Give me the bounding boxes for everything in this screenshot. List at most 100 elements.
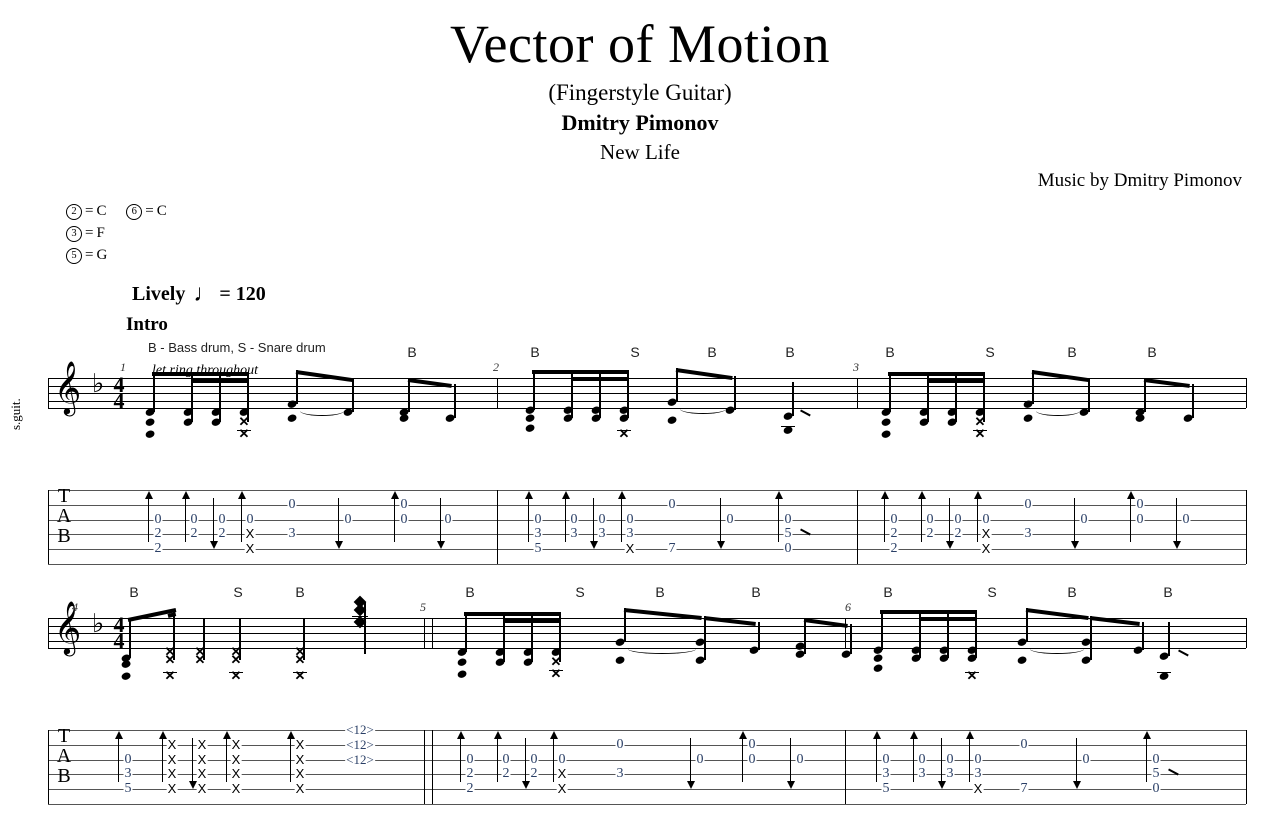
drum-marker: B: [1147, 344, 1157, 360]
strum-stroke-line: [440, 498, 442, 542]
ledger-line: [549, 670, 563, 672]
tab-fret-number: 2: [153, 541, 163, 557]
notehead: [120, 671, 132, 682]
tab-fret-number: X: [556, 766, 568, 782]
strum-stroke-line: [118, 738, 120, 782]
barline: [857, 490, 859, 564]
beam: [1143, 378, 1191, 389]
tuning-pair: 6 = C: [126, 200, 167, 222]
sheet-music-page: Vector of Motion (Fingerstyle Guitar) Dm…: [0, 0, 1280, 840]
tab-letter: T: [57, 485, 71, 507]
strum-arrowhead-down: [521, 781, 530, 789]
strum-arrowhead-up: [114, 731, 123, 739]
ledger-line: [965, 672, 979, 674]
note-stem: [129, 618, 131, 659]
tie-slur: [680, 404, 726, 415]
measure-number: 3: [853, 360, 859, 374]
strum-arrowhead-down: [937, 781, 946, 789]
tab-fret-number: X: [972, 781, 984, 797]
page-title: Vector of Motion: [450, 14, 830, 74]
tab-fret-number: 0: [783, 541, 793, 557]
measure-number: 1: [120, 360, 126, 374]
ledger-line: [352, 616, 368, 618]
tab-fret-number: 3: [881, 766, 891, 782]
strum-stroke-line: [593, 498, 595, 542]
tab-fret-number: 0: [465, 751, 475, 767]
tempo-equals: =: [219, 283, 231, 305]
tab-fret-number: 2: [153, 526, 163, 542]
tuning-pair: 3 = F: [66, 222, 105, 244]
strum-arrowhead-up: [456, 731, 465, 739]
strum-stroke-line: [528, 498, 530, 542]
strum-stroke-line: [969, 738, 971, 782]
note-stem: [804, 618, 806, 655]
tuning-pair: 5 = G: [66, 244, 107, 266]
tab-fret-number: <12>: [345, 722, 375, 737]
drum-marker: S: [233, 584, 243, 600]
tab-fret-number: 0: [667, 496, 677, 512]
notehead: [286, 413, 298, 424]
strum-stroke-line: [790, 738, 792, 782]
note-stem: [1142, 622, 1144, 651]
strum-arrowhead-up: [872, 731, 881, 739]
strum-stroke-line: [213, 498, 215, 542]
tab-fret-number: 5: [783, 526, 793, 542]
tab-letter: B: [57, 525, 71, 547]
note-stem: [792, 382, 794, 417]
note-stem: [1144, 378, 1146, 413]
tie-slur: [1036, 406, 1080, 417]
measure-number: 2: [493, 360, 499, 374]
tab-fret-number: X: [294, 766, 306, 782]
barline: [48, 618, 50, 649]
tab-fret-number: 2: [189, 526, 199, 542]
notehead: [456, 657, 468, 668]
tab-fret-number: 0: [343, 511, 353, 527]
tuning-note: C: [156, 203, 167, 219]
beam: [464, 612, 560, 617]
note-stem: [203, 618, 205, 661]
strum-stroke-line: [290, 738, 292, 782]
drum-marker: B: [1067, 344, 1077, 360]
strum-arrowhead-down: [945, 541, 954, 549]
beam: [1031, 370, 1089, 383]
tab-line: [48, 774, 1246, 776]
staff-line: [48, 625, 1246, 627]
barline: [424, 730, 426, 804]
strum-stroke-line: [553, 738, 555, 782]
drum-marker: S: [630, 344, 640, 360]
ledger-line: [973, 430, 987, 432]
drum-marker: B: [1163, 584, 1173, 600]
equals-sign: =: [85, 225, 94, 241]
tab-fret-number: 0: [399, 496, 409, 512]
tab-fret-number: 2: [465, 766, 475, 782]
notehead: [666, 415, 678, 426]
note-stem: [153, 372, 155, 413]
strum-stroke-line: [338, 498, 340, 542]
tab-letter: A: [56, 505, 72, 527]
tuning-row: 5 = G: [66, 244, 167, 266]
notehead: [1022, 413, 1034, 424]
note-stem: [454, 384, 456, 419]
strum-arrowhead-up: [909, 731, 918, 739]
tab-fret-number: 0: [189, 511, 199, 527]
tab-fret-number: 3: [615, 766, 625, 782]
strum-arrowhead-up: [493, 731, 502, 739]
tab-fret-number: 3: [973, 766, 983, 782]
tab-fret-number: 0: [1019, 736, 1029, 752]
strum-stroke-line: [460, 738, 462, 782]
note-stem: [533, 370, 535, 411]
beam: [504, 619, 560, 624]
tuning-note: C: [96, 203, 107, 219]
beam: [295, 370, 353, 383]
tab-fret-number: 3: [533, 526, 543, 542]
tuning-row: 3 = F: [66, 222, 167, 244]
strum-arrowhead-up: [390, 491, 399, 499]
strum-arrowhead-up: [1142, 731, 1151, 739]
notehead: [144, 417, 156, 428]
tab-fret-number: 3: [625, 526, 635, 542]
tab-line: [48, 519, 1246, 521]
tab-fret-number: 5: [1151, 766, 1161, 782]
equals-sign: =: [85, 203, 94, 219]
tab-fret-number: 2: [925, 526, 935, 542]
barline: [857, 378, 859, 409]
